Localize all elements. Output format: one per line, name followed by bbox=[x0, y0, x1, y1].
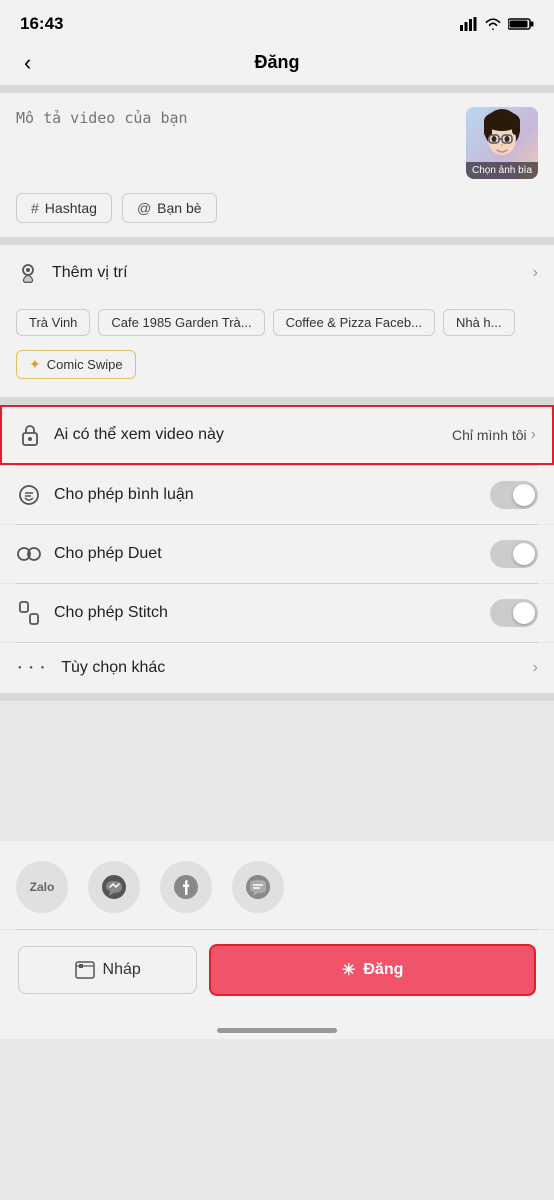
message-share-button[interactable] bbox=[232, 861, 284, 913]
comment-icon bbox=[16, 482, 42, 508]
tag-row: # Hashtag @ Bạn bè bbox=[16, 193, 538, 223]
video-desc-row: Chọn ảnh bìa bbox=[16, 107, 538, 179]
allow-stitch-toggle[interactable] bbox=[490, 599, 538, 627]
post-spark-icon: ✳ bbox=[342, 960, 355, 980]
hashtag-button[interactable]: # Hashtag bbox=[16, 193, 112, 223]
who-can-view-row[interactable]: Ai có thể xem video này Chỉ mình tôi › bbox=[0, 405, 554, 465]
allow-stitch-label: Cho phép Stitch bbox=[54, 604, 490, 622]
location-chips-row: Trà Vinh Cafe 1985 Garden Trà... Coffee … bbox=[0, 301, 554, 350]
allow-duet-label: Cho phép Duet bbox=[54, 545, 490, 563]
add-location-row[interactable]: Thêm vị trí › bbox=[0, 245, 554, 301]
who-can-view-label: Ai có thể xem video này bbox=[54, 426, 452, 444]
facebook-share-button[interactable] bbox=[160, 861, 212, 913]
wifi-icon bbox=[484, 17, 502, 31]
lock-icon bbox=[18, 423, 42, 447]
more-options-chevron: › bbox=[533, 659, 538, 677]
who-can-view-chevron: › bbox=[531, 426, 536, 444]
header: ‹ Đăng bbox=[0, 42, 554, 85]
home-bar bbox=[217, 1028, 337, 1033]
section-divider-4 bbox=[0, 693, 554, 701]
mention-icon: @ bbox=[137, 200, 151, 216]
section-divider-2 bbox=[0, 237, 554, 245]
location-chip-2[interactable]: Coffee & Pizza Faceb... bbox=[273, 309, 435, 336]
more-options-label: Tùy chọn khác bbox=[61, 659, 532, 677]
status-time: 16:43 bbox=[20, 14, 63, 34]
draft-label: Nháp bbox=[103, 961, 141, 979]
zalo-label: Zalo bbox=[30, 880, 55, 894]
status-bar: 16:43 bbox=[0, 0, 554, 42]
signal-icon bbox=[460, 17, 478, 31]
allow-duet-toggle[interactable] bbox=[490, 540, 538, 568]
video-thumbnail[interactable]: Chọn ảnh bìa bbox=[466, 107, 538, 179]
friends-button[interactable]: @ Bạn bè bbox=[122, 193, 217, 223]
thumbnail-label: Chọn ảnh bìa bbox=[466, 162, 538, 179]
status-icons bbox=[460, 17, 534, 31]
draft-icon bbox=[75, 961, 95, 979]
dots-icon: ● ● ● bbox=[18, 665, 47, 671]
allow-stitch-row[interactable]: Cho phép Stitch bbox=[0, 584, 554, 642]
toggle-knob-stitch bbox=[513, 602, 535, 624]
more-options-row[interactable]: ● ● ● Tùy chọn khác › bbox=[0, 643, 554, 693]
draft-button[interactable]: Nháp bbox=[18, 946, 197, 994]
chevron-right-icon: › bbox=[533, 264, 538, 282]
effect-star-icon: ✦ bbox=[29, 356, 41, 373]
who-can-view-value: Chỉ mình tôi › bbox=[452, 426, 536, 444]
friends-label: Bạn bè bbox=[157, 200, 201, 216]
section-divider-top bbox=[0, 85, 554, 93]
post-button[interactable]: ✳ Đăng bbox=[209, 944, 536, 996]
hashtag-icon: # bbox=[31, 200, 39, 216]
video-description-input[interactable] bbox=[16, 107, 454, 163]
allow-duet-row[interactable]: Cho phép Duet bbox=[0, 525, 554, 583]
location-chip-3[interactable]: Nhà h... bbox=[443, 309, 515, 336]
battery-icon bbox=[508, 17, 534, 31]
post-label: Đăng bbox=[363, 961, 403, 979]
effect-label: Comic Swipe bbox=[47, 357, 123, 372]
toggle-knob bbox=[513, 484, 535, 506]
messenger-icon bbox=[101, 874, 127, 900]
home-indicator bbox=[0, 1018, 554, 1039]
comic-swipe-chip[interactable]: ✦ Comic Swipe bbox=[16, 350, 136, 379]
allow-comments-row[interactable]: Cho phép bình luận bbox=[0, 466, 554, 524]
effect-chip-container: ✦ Comic Swipe bbox=[0, 350, 554, 397]
add-location-label: Thêm vị trí bbox=[52, 264, 533, 282]
location-chip-1[interactable]: Cafe 1985 Garden Trà... bbox=[98, 309, 264, 336]
back-button[interactable]: ‹ bbox=[16, 46, 39, 80]
header-title: Đăng bbox=[255, 52, 300, 73]
social-sharing-section: Zalo bbox=[0, 841, 554, 929]
message-icon bbox=[245, 874, 271, 900]
stitch-icon bbox=[16, 600, 42, 626]
duet-icon bbox=[16, 541, 42, 567]
toggle-knob-duet bbox=[513, 543, 535, 565]
allow-comments-label: Cho phép bình luận bbox=[54, 486, 490, 504]
location-chip-0[interactable]: Trà Vinh bbox=[16, 309, 90, 336]
allow-comments-toggle[interactable] bbox=[490, 481, 538, 509]
zalo-share-button[interactable]: Zalo bbox=[16, 861, 68, 913]
bottom-action-bar: Nháp ✳ Đăng bbox=[0, 930, 554, 1018]
video-description-section: Chọn ảnh bìa # Hashtag @ Bạn bè bbox=[0, 93, 554, 237]
hashtag-label: Hashtag bbox=[45, 200, 97, 216]
location-icon bbox=[16, 261, 40, 285]
spacer bbox=[0, 701, 554, 841]
facebook-icon bbox=[173, 874, 199, 900]
location-chevron: › bbox=[533, 264, 538, 282]
section-divider-3 bbox=[0, 397, 554, 405]
messenger-share-button[interactable] bbox=[88, 861, 140, 913]
